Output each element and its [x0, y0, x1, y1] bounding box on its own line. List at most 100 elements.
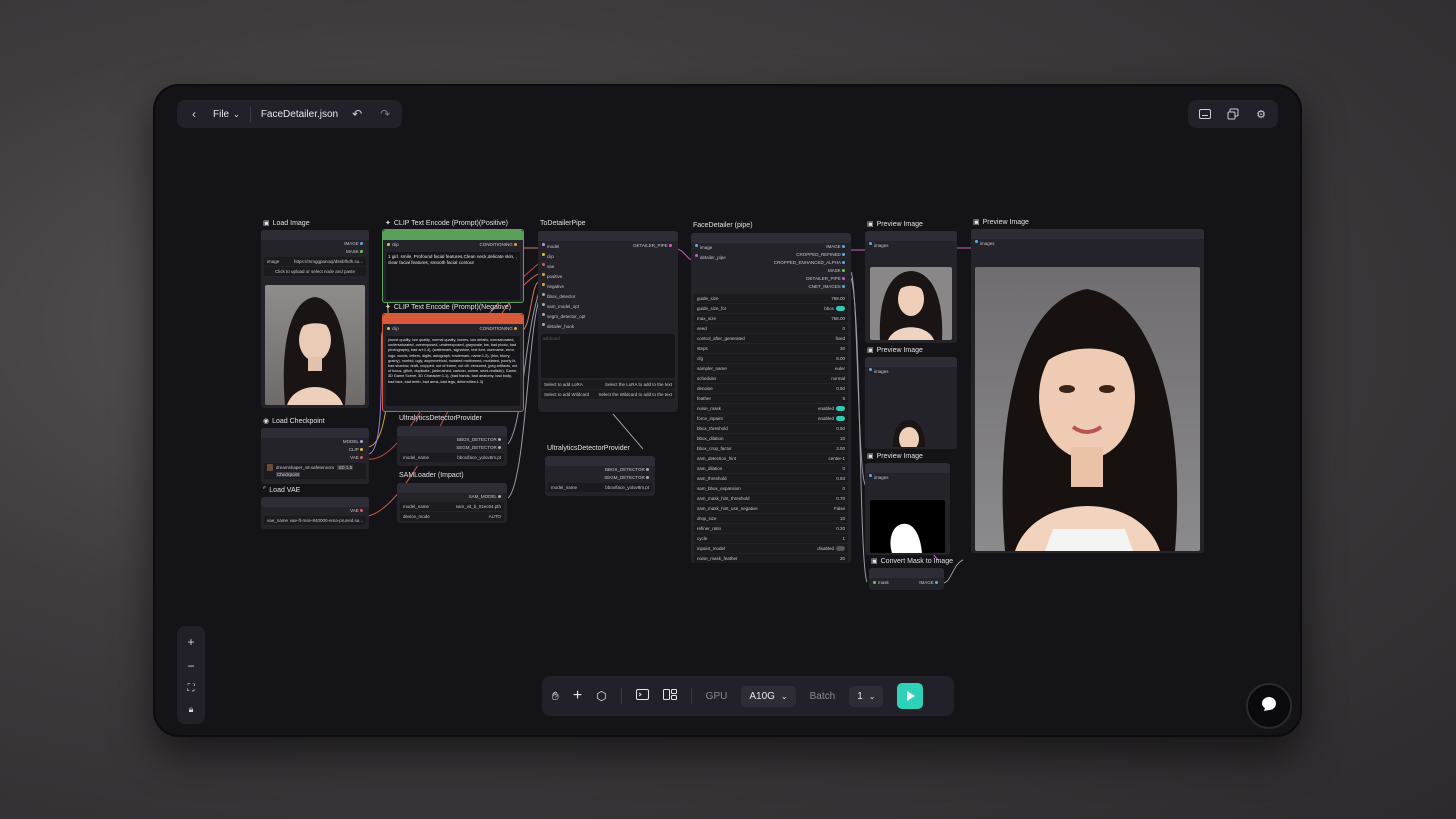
param-bbox-threshold[interactable]: bbox_threshold 0.50 [694, 424, 848, 433]
param-max-size[interactable]: max_size 768.00 [694, 314, 848, 323]
input-bbox-detector[interactable]: bbox_detector [538, 292, 678, 302]
param-cycle[interactable]: cycle 1 [694, 534, 848, 543]
prompt-textarea[interactable]: (worst quality, low quality, normal qual… [386, 336, 520, 406]
param-seed[interactable]: seed 0 [694, 324, 848, 333]
output-segm-detector[interactable]: SEGM_DETECTOR [397, 444, 507, 452]
output-model[interactable]: MODEL [261, 438, 369, 446]
model-select[interactable]: model_name bbox/face_yolov8m.pt [400, 453, 504, 462]
node-preview-image-2[interactable]: ▣ Preview Image images [865, 347, 957, 449]
wildcard-select[interactable]: Select to add Wildcard Select the Wildcar… [541, 390, 675, 399]
input-images[interactable]: images [865, 367, 957, 377]
node-header[interactable] [971, 229, 1204, 239]
node-preview-image-1[interactable]: ▣ Preview Image images [865, 221, 957, 343]
node-preview-image-3[interactable]: ▣ Preview Image images [865, 453, 950, 555]
zoom-out-icon[interactable]: − [187, 659, 194, 673]
param-guide-size[interactable]: guide_size 768.00 [694, 294, 848, 303]
node-ultralytics-2[interactable]: UltralyticsDetectorProvider BBOX_DETECTO… [545, 445, 655, 496]
param-denoise[interactable]: denoise 0.50 [694, 384, 848, 393]
run-button[interactable] [897, 683, 924, 709]
file-menu[interactable]: File ⌄ [213, 109, 240, 120]
param-bbox-crop-factor[interactable]: bbox_crop_factor 3.00 [694, 444, 848, 453]
toggle-switch[interactable] [836, 406, 845, 412]
node-load-vae[interactable]: ⌜ Load VAE VAE vae_name vae-ft-mse-840000-… [261, 487, 369, 529]
node-load-checkpoint[interactable]: ◉ Load Checkpoint MODEL CLIP VAE dreamsha… [261, 418, 369, 484]
param-scheduler[interactable]: scheduler normal [694, 374, 848, 383]
model-select[interactable]: model_name bbox/face_yolov8m.pt [548, 483, 652, 492]
vae-select[interactable]: vae_name vae-ft-mse-840000-ema-pruned.sa.… [264, 516, 366, 525]
sam-model-select[interactable]: model_name sam_vit_b_01ec64.pth [400, 502, 504, 511]
param-sampler-name[interactable]: sampler_name euler [694, 364, 848, 373]
node-header[interactable] [261, 497, 369, 507]
input-positive[interactable]: positive [538, 272, 678, 282]
prompt-textarea[interactable]: 1 girl, smile, Profound facial features,… [386, 252, 520, 300]
fit-view-icon[interactable]: ⛶ [188, 683, 195, 694]
queue-icon[interactable] [1222, 103, 1244, 125]
param-force-inpaint[interactable]: force_inpaint enabled [694, 414, 848, 423]
output-detailer-pipe[interactable]: DETAILER_PIPE [629, 242, 678, 250]
io-row[interactable]: clip CONDITIONING [383, 240, 523, 250]
node-header[interactable] [865, 357, 957, 367]
node-header[interactable] [397, 426, 507, 436]
input-image[interactable]: image [691, 243, 730, 253]
node-header[interactable] [383, 230, 523, 240]
io-row[interactable]: clip CONDITIONING [383, 324, 523, 334]
keyboard-icon[interactable] [1194, 103, 1216, 125]
param-sam-threshold[interactable]: sam_threshold 0.93 [694, 474, 848, 483]
node-ultralytics-1[interactable]: UltralyticsDetectorProvider BBOX_DETECTO… [397, 415, 507, 466]
param-inpaint-model[interactable]: inpaint_model disabled [694, 544, 848, 553]
node-clip-negative[interactable]: ✦ CLIP Text Encode (Prompt)(Negative) cli… [382, 304, 524, 412]
output-image[interactable]: IMAGE [770, 243, 851, 251]
node-header[interactable] [397, 483, 507, 493]
node-header[interactable] [869, 568, 944, 578]
toggle-switch[interactable] [836, 416, 845, 422]
node-header[interactable] [865, 231, 957, 241]
output-detailer-pipe[interactable]: DETAILER_PIPE [770, 275, 851, 283]
undo-icon[interactable]: ↶ [348, 105, 366, 123]
node-header[interactable] [383, 314, 523, 324]
node-preview-image-big[interactable]: ▣ Preview Image images [971, 219, 1204, 553]
param-noise-mask[interactable]: noise_mask enabled [694, 404, 848, 413]
param-drop-size[interactable]: drop_size 10 [694, 514, 848, 523]
back-icon[interactable]: ‹ [185, 105, 203, 123]
node-to-detailer-pipe[interactable]: ToDetailerPipe DETAILER_PIPE model clip … [538, 220, 678, 412]
add-node-icon[interactable]: + [573, 687, 582, 705]
lock-icon[interactable]: 🔒︎ [189, 704, 194, 715]
wildcard-textarea[interactable]: wildcard [541, 334, 675, 378]
output-bbox-detector[interactable]: BBOX_DETECTOR [545, 466, 655, 474]
param-steps[interactable]: steps 30 [694, 344, 848, 353]
input-images[interactable]: images [971, 239, 1204, 249]
terminal-icon[interactable] [635, 689, 649, 703]
lora-select[interactable]: Select to add LoRA Select the LoRA to add… [541, 380, 675, 389]
input-clip[interactable]: clip [538, 252, 678, 262]
input-segm-detector[interactable]: segm_detector_opt [538, 312, 678, 322]
output-vae[interactable]: VAE [261, 507, 369, 515]
cube-icon[interactable]: ⬡ [596, 689, 606, 703]
param-cfg[interactable]: cfg 8.00 [694, 354, 848, 363]
param-noise-mask-feather[interactable]: noise_mask_feather 20 [694, 554, 848, 563]
node-header[interactable] [538, 231, 678, 241]
input-detailer-hook[interactable]: detailer_hook [538, 322, 678, 332]
upload-button[interactable]: Click to upload or select node and paste [264, 267, 366, 276]
param-sam-mask-hint-use-negative[interactable]: sam_mask_hint_use_negative False [694, 504, 848, 513]
node-convert-mask[interactable]: ▣ Convert Mask to Image mask IMAGE [869, 558, 953, 590]
hand-icon[interactable]: ✋︎ [552, 689, 559, 704]
output-segm-detector[interactable]: SEGM_DETECTOR [545, 474, 655, 482]
layout-icon[interactable] [662, 689, 677, 703]
input-sam-model[interactable]: sam_model_opt [538, 302, 678, 312]
param-feather[interactable]: feather 5 [694, 394, 848, 403]
output-clip[interactable]: CLIP [261, 446, 369, 454]
output-cropped-refined[interactable]: CROPPED_REFINED [770, 251, 851, 259]
node-clip-positive[interactable]: ✦ CLIP Text Encode (Prompt)(Positive) cli… [382, 220, 524, 303]
output-image[interactable]: IMAGE [261, 240, 369, 248]
input-negative[interactable]: negative [538, 282, 678, 292]
output-cropped-enhanced-alpha[interactable]: CROPPED_ENHANCED_ALPHA [770, 259, 851, 267]
toggle-switch[interactable] [836, 546, 845, 552]
node-face-detailer[interactable]: FaceDetailer (pipe) image detailer_pipe … [691, 222, 851, 563]
zoom-in-icon[interactable]: + [187, 635, 194, 649]
node-header[interactable] [691, 233, 851, 243]
batch-select[interactable]: 1 ⌄ [849, 685, 884, 707]
gpu-select[interactable]: A10G ⌄ [741, 685, 796, 707]
node-header[interactable] [865, 463, 950, 473]
param-sam-mask-hint-threshold[interactable]: sam_mask_hint_threshold 0.70 [694, 494, 848, 503]
param-bbox-dilation[interactable]: bbox_dilation 10 [694, 434, 848, 443]
